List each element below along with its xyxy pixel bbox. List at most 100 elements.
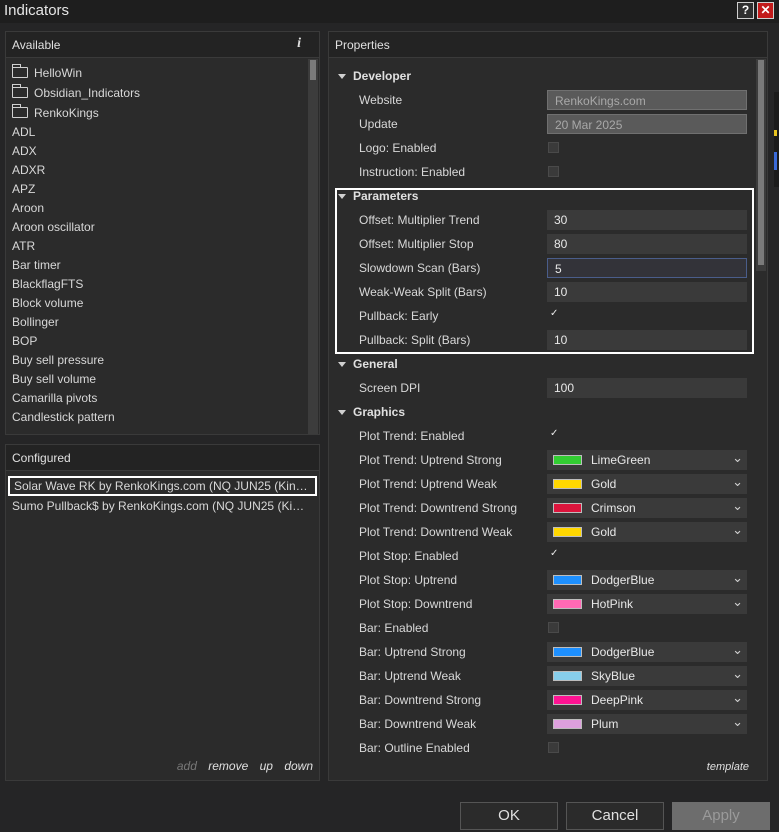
- property-label: Bar: Uptrend Weak: [359, 669, 461, 683]
- add-link[interactable]: add: [177, 759, 197, 773]
- down-link[interactable]: down: [284, 759, 313, 773]
- pullback-split-input[interactable]: 10: [547, 330, 747, 350]
- folder-item[interactable]: Obsidian_Indicators: [6, 83, 307, 103]
- website-field: RenkoKings.com: [547, 90, 747, 110]
- property-row: Instruction: Enabled: [329, 160, 754, 184]
- indicator-item[interactable]: Buy sell volume: [6, 370, 307, 389]
- indicator-item[interactable]: ATR: [6, 237, 307, 256]
- section-general[interactable]: General: [329, 352, 754, 376]
- section-parameters[interactable]: Parameters: [329, 184, 754, 208]
- indicator-item[interactable]: ADL: [6, 123, 307, 142]
- property-row: Plot Trend: Uptrend Weak Gold ⌄: [329, 472, 754, 496]
- up-link[interactable]: up: [260, 759, 273, 773]
- apply-button[interactable]: Apply: [672, 802, 770, 830]
- color-swatch: [553, 479, 582, 489]
- folder-item[interactable]: HelloWin: [6, 63, 307, 83]
- color-select[interactable]: DodgerBlue ⌄: [547, 570, 747, 590]
- chevron-down-icon[interactable]: ⌄: [732, 690, 743, 706]
- color-name: Plum: [591, 717, 619, 731]
- indicator-item[interactable]: Candlestick pattern: [6, 408, 307, 427]
- chevron-down-icon[interactable]: ⌄: [732, 522, 743, 538]
- scrollbar-thumb[interactable]: [758, 60, 764, 265]
- available-scrollbar[interactable]: [308, 59, 318, 434]
- indicator-item[interactable]: BOP: [6, 332, 307, 351]
- configured-title: Configured: [12, 451, 71, 465]
- chevron-down-icon[interactable]: ⌄: [732, 570, 743, 586]
- chart-edge-mark: [774, 130, 777, 136]
- property-label: Plot Stop: Downtrend: [359, 597, 473, 611]
- properties-scrollbar[interactable]: [756, 59, 766, 271]
- close-button[interactable]: ✕: [757, 2, 774, 19]
- property-label: Offset: Multiplier Trend: [359, 213, 480, 227]
- chevron-down-icon[interactable]: ⌄: [732, 498, 743, 514]
- property-label: Plot Stop: Uptrend: [359, 573, 458, 587]
- help-button[interactable]: ?: [737, 2, 754, 19]
- color-select[interactable]: LimeGreen ⌄: [547, 450, 747, 470]
- info-icon[interactable]: i: [297, 36, 301, 52]
- template-link[interactable]: template: [707, 761, 749, 773]
- color-select[interactable]: Plum ⌄: [547, 714, 747, 734]
- indicator-item[interactable]: Buy sell pressure: [6, 351, 307, 370]
- screen-dpi-input[interactable]: 100: [547, 378, 747, 398]
- pullback-early-checkbox[interactable]: [548, 308, 559, 321]
- chevron-down-icon[interactable]: ⌄: [732, 450, 743, 466]
- color-swatch: [553, 599, 582, 609]
- color-select[interactable]: SkyBlue ⌄: [547, 666, 747, 686]
- indicator-item[interactable]: APZ: [6, 180, 307, 199]
- color-select[interactable]: DodgerBlue ⌄: [547, 642, 747, 662]
- configured-item-selected[interactable]: Solar Wave RK by RenkoKings.com (NQ JUN2…: [8, 476, 317, 496]
- ok-button[interactable]: OK: [460, 802, 558, 830]
- property-label: Bar: Uptrend Strong: [359, 645, 466, 659]
- offset-trend-input[interactable]: 30: [547, 210, 747, 230]
- configured-item[interactable]: Sumo Pullback$ by RenkoKings.com (NQ JUN…: [6, 496, 319, 516]
- color-name: DodgerBlue: [591, 573, 655, 587]
- chevron-down-icon[interactable]: ⌄: [732, 642, 743, 658]
- property-row: Offset: Multiplier Stop 80: [329, 232, 754, 256]
- graphics-checkbox[interactable]: [548, 548, 559, 561]
- graphics-checkbox[interactable]: [548, 428, 559, 441]
- color-select[interactable]: HotPink ⌄: [547, 594, 747, 614]
- property-label: Pullback: Early: [359, 309, 439, 323]
- property-label: Bar: Enabled: [359, 621, 429, 635]
- indicator-item[interactable]: BlackflagFTS: [6, 275, 307, 294]
- indicator-item[interactable]: ADX: [6, 142, 307, 161]
- graphics-checkbox[interactable]: [548, 742, 559, 753]
- indicator-item[interactable]: Block volume: [6, 294, 307, 313]
- color-swatch: [553, 503, 582, 513]
- property-row: Plot Trend: Uptrend Strong LimeGreen ⌄: [329, 448, 754, 472]
- indicator-item[interactable]: Bar timer: [6, 256, 307, 275]
- indicator-item[interactable]: Camarilla pivots: [6, 389, 307, 408]
- weak-split-input[interactable]: 10: [547, 282, 747, 302]
- folder-item[interactable]: RenkoKings: [6, 103, 307, 123]
- scrollbar-thumb[interactable]: [310, 60, 316, 80]
- collapse-arrow-icon: [338, 362, 346, 367]
- cancel-button[interactable]: Cancel: [566, 802, 664, 830]
- section-graphics[interactable]: Graphics: [329, 400, 754, 424]
- chevron-down-icon[interactable]: ⌄: [732, 594, 743, 610]
- property-label: Logo: Enabled: [359, 141, 437, 155]
- color-swatch: [553, 695, 582, 705]
- available-header: Available i: [6, 32, 319, 58]
- offset-stop-input[interactable]: 80: [547, 234, 747, 254]
- logo-checkbox[interactable]: [548, 142, 559, 153]
- indicator-item[interactable]: Aroon oscillator: [6, 218, 307, 237]
- color-select[interactable]: Crimson ⌄: [547, 498, 747, 518]
- chevron-down-icon[interactable]: ⌄: [732, 666, 743, 682]
- graphics-checkbox[interactable]: [548, 622, 559, 633]
- color-select[interactable]: DeepPink ⌄: [547, 690, 747, 710]
- color-select[interactable]: Gold ⌄: [547, 474, 747, 494]
- indicator-item[interactable]: Bollinger: [6, 313, 307, 332]
- color-select[interactable]: Gold ⌄: [547, 522, 747, 542]
- chevron-down-icon[interactable]: ⌄: [732, 714, 743, 730]
- chevron-down-icon[interactable]: ⌄: [732, 474, 743, 490]
- slowdown-scan-input[interactable]: 5: [547, 258, 747, 278]
- section-developer[interactable]: Developer: [329, 64, 754, 88]
- instruction-checkbox[interactable]: [548, 166, 559, 177]
- property-row: Pullback: Split (Bars) 10: [329, 328, 754, 352]
- available-title: Available: [12, 38, 61, 52]
- remove-link[interactable]: remove: [208, 759, 248, 773]
- property-label: Plot Trend: Downtrend Weak: [359, 525, 513, 539]
- indicator-item[interactable]: Aroon: [6, 199, 307, 218]
- configured-actions: add remove up down: [169, 759, 313, 773]
- indicator-item[interactable]: ADXR: [6, 161, 307, 180]
